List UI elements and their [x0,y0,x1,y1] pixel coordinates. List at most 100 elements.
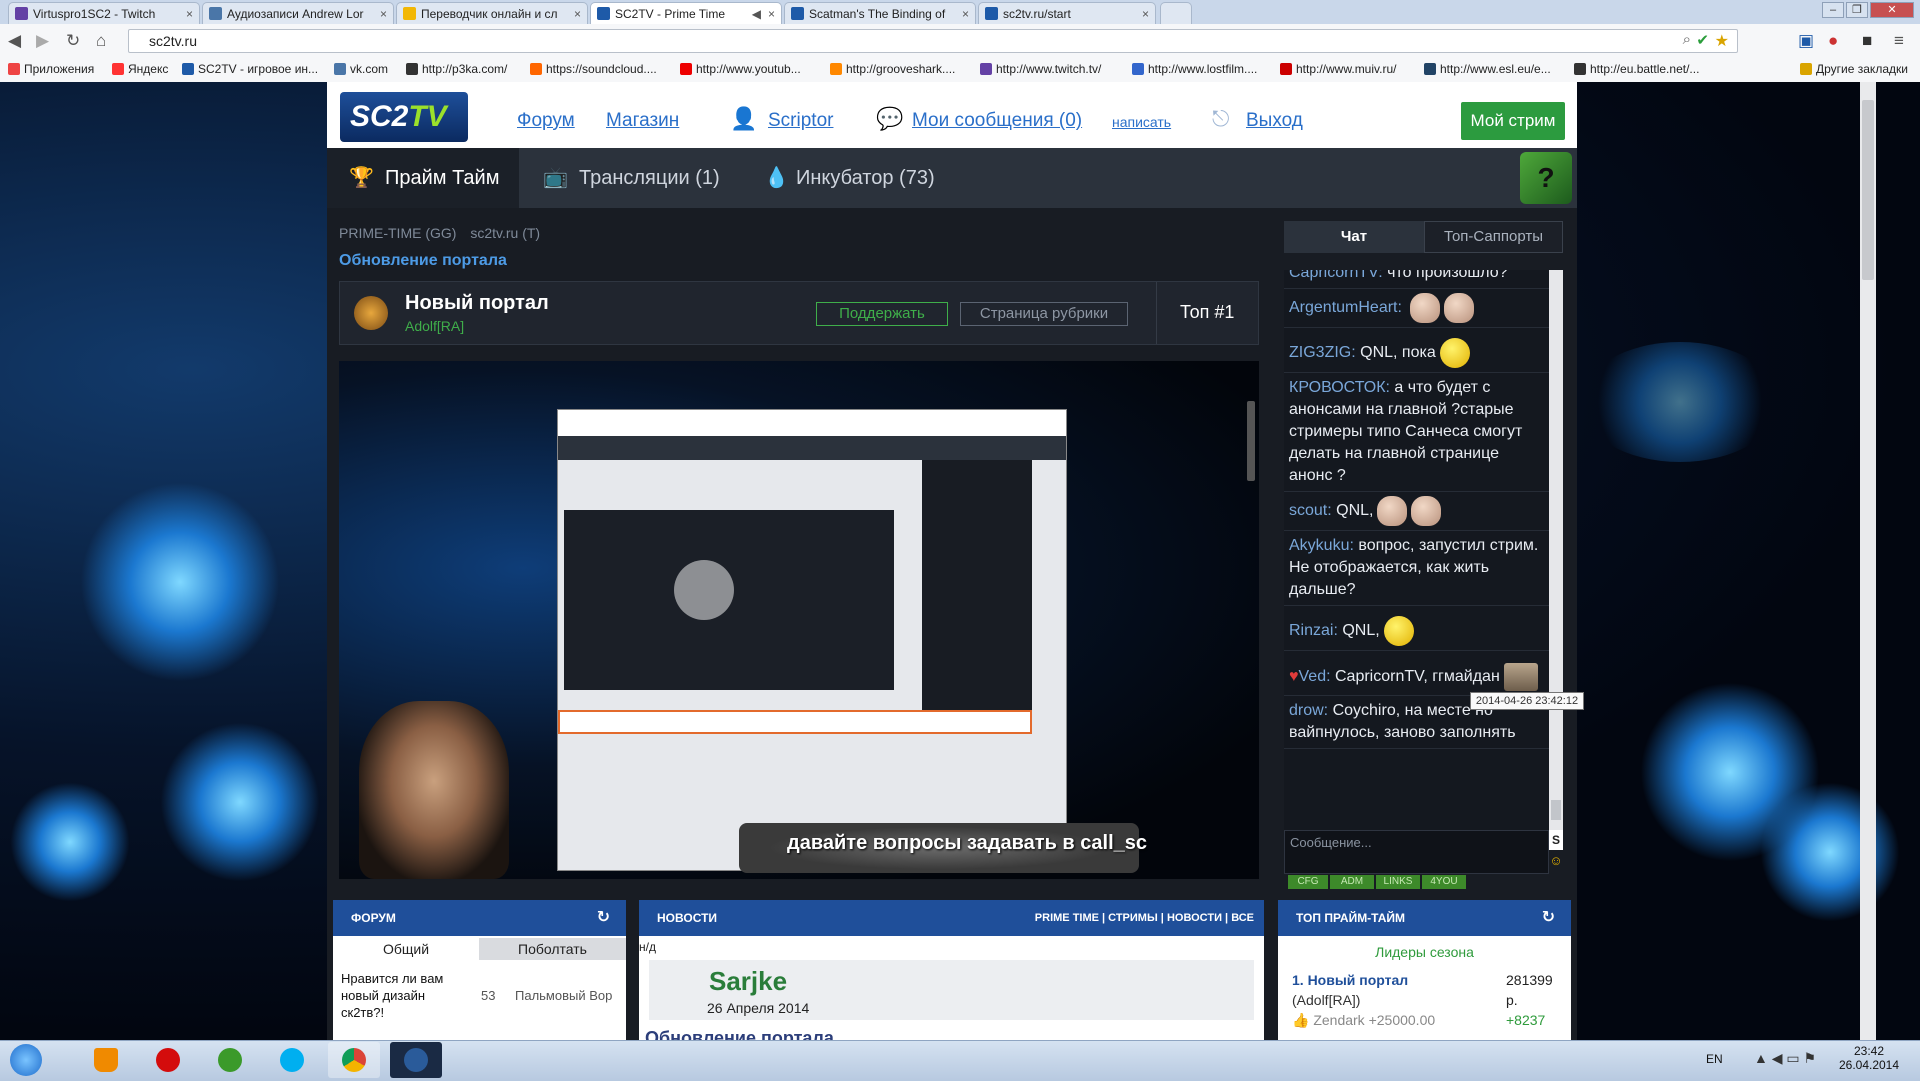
clock[interactable]: 23:42 26.04.2014 [1834,1044,1904,1072]
back-icon[interactable]: ◀ [8,31,21,51]
write-message-link[interactable]: написать [1112,114,1171,130]
close-window-button[interactable]: ✕ [1870,2,1914,18]
forum-link[interactable]: Форум [517,110,575,132]
utorrent-taskbar-button[interactable] [204,1042,256,1078]
tab-chat[interactable]: Чат [1284,221,1424,253]
close-icon[interactable]: × [962,3,969,24]
bookmark[interactable]: SC2TV - игровое ин... [182,62,318,76]
browser-tab[interactable]: Аудиозаписи Andrew Lor × [202,2,394,24]
bookmark[interactable]: http://www.lostfilm.... [1132,62,1257,76]
bookmark[interactable]: http://www.muiv.ru/ [1280,62,1396,76]
refresh-icon[interactable]: ↻ [1542,900,1555,936]
browser-tab[interactable]: Virtuspro1SC2 - Twitch × [8,2,200,24]
section-title[interactable]: Обновление портала [339,252,507,270]
smile-picker-icon[interactable]: ☺ [1549,851,1563,871]
tab-broadcasts[interactable]: 📺 Трансляции (1) [535,148,735,208]
bookmark[interactable]: http://p3ka.com/ [406,62,507,76]
maximize-button[interactable]: ❐ [1846,2,1868,18]
minimize-button[interactable]: – [1822,2,1844,18]
star-icon[interactable]: ★ [1715,31,1729,51]
forward-icon[interactable]: ▶ [36,31,49,51]
tab-talk[interactable]: Поболтать [479,938,626,960]
address-bar[interactable]: sc2tv.ru ★ ✔ ⌕ [128,29,1738,53]
cast-icon[interactable]: ▣ [1798,31,1814,51]
bookmarks-folder[interactable]: Другие закладки [1800,62,1908,76]
tab-top-supporters[interactable]: Топ-Саппорты [1424,221,1563,253]
bookmark[interactable]: Яндекс [112,62,168,76]
close-icon[interactable]: × [1142,3,1149,24]
language-indicator[interactable]: EN [1706,1052,1723,1066]
browser-tab[interactable]: Scatman's The Binding of × [784,2,976,24]
top-item-author[interactable]: (Adolf[RA]) [1292,992,1360,1008]
breadcrumb-item[interactable]: sc2tv.ru (T) [470,225,540,241]
extension-icon[interactable]: ● [1828,31,1838,51]
shop-link[interactable]: Магазин [606,110,679,132]
4you-button[interactable]: 4YOU [1422,875,1466,889]
cfg-button[interactable]: CFG [1288,875,1328,889]
user-icon: 👤 [730,106,758,131]
video-player[interactable]: давайте вопросы задавать в call_sc [339,361,1259,879]
filter-link[interactable]: СТРИМЫ [1108,912,1158,924]
home-icon[interactable]: ⌂ [96,31,106,51]
tray-icons[interactable]: ▲ ◀ ▭ ⚑ [1754,1050,1816,1067]
browser-tab-active[interactable]: SC2TV - Prime Time ◀ × [590,2,782,24]
topic-author[interactable]: Пальмовый Вор [515,988,612,1003]
zoom-icon[interactable]: ⌕ [1683,31,1691,48]
breadcrumb-item[interactable]: PRIME-TIME (GG) [339,225,456,241]
sc2-taskbar-button[interactable] [390,1042,442,1078]
chat-input[interactable]: Сообщение... [1284,830,1549,874]
close-icon[interactable]: × [380,3,387,24]
close-icon[interactable]: × [574,3,581,24]
video-scrollbar[interactable] [1247,401,1255,481]
top-item-title[interactable]: 1. Новый портал [1292,972,1408,988]
scrollbar-thumb[interactable] [1862,100,1874,280]
close-icon[interactable]: × [768,3,775,24]
support-button[interactable]: Поддержать [816,302,948,326]
bookmark[interactable]: http://www.youtub... [680,62,801,76]
skype-taskbar-button[interactable] [266,1042,318,1078]
opera-taskbar-button[interactable] [142,1042,194,1078]
my-stream-button[interactable]: Мой стрим [1461,102,1565,140]
webcam-overlay [359,701,509,879]
tab-primetime[interactable]: 🏆 Прайм Тайм [327,148,519,208]
logout-link[interactable]: Выход [1246,110,1303,132]
stream-author[interactable]: Adolf[RA] [405,318,464,334]
menu-icon[interactable]: ≡ [1894,31,1904,51]
sc2tv-logo[interactable]: SC2TV [340,92,468,142]
filter-link[interactable]: НОВОСТИ [1167,912,1222,924]
bookmark[interactable]: https://soundcloud.... [530,62,657,76]
messages-link[interactable]: Мои сообщения (0) [912,110,1082,132]
scrollbar[interactable] [1860,82,1876,1040]
links-button[interactable]: LINKS [1376,875,1420,889]
rubric-page-button[interactable]: Страница рубрики [960,302,1128,326]
tab-incubator[interactable]: 💧 Инкубатор (73) [760,148,960,208]
reload-icon[interactable]: ↻ [66,31,80,51]
adm-button[interactable]: ADM [1330,875,1374,889]
chat-scrollbar-thumb[interactable] [1551,800,1561,820]
bookmark[interactable]: http://www.twitch.tv/ [980,62,1101,76]
extension-icon[interactable]: ■ [1862,31,1872,51]
filter-link[interactable]: PRIME TIME [1035,912,1099,924]
start-button[interactable] [0,1042,52,1078]
bookmark[interactable]: http://www.esl.eu/e... [1424,62,1551,76]
browser-tab[interactable]: Переводчик онлайн и сл × [396,2,588,24]
tab-strip: Virtuspro1SC2 - Twitch × Аудиозаписи Andr… [0,0,1920,24]
news-card[interactable]: Sarjke 26 Апреля 2014 [649,960,1254,1020]
new-tab-button[interactable] [1160,2,1192,24]
profile-link[interactable]: Scriptor [768,110,833,132]
bookmark[interactable]: http://grooveshark.... [830,62,955,76]
send-button[interactable]: S [1549,830,1563,850]
filter-link[interactable]: ВСЕ [1231,912,1254,924]
forum-topic-link[interactable]: Нравится ли вам новый дизайн ск2тв?! [341,970,461,1021]
close-icon[interactable]: × [186,3,193,24]
vlc-taskbar-button[interactable] [80,1042,132,1078]
chat-scrollbar[interactable] [1549,270,1563,830]
bookmark[interactable]: vk.com [334,62,388,76]
bookmark[interactable]: Приложения [8,62,94,76]
browser-tab[interactable]: sc2tv.ru/start × [978,2,1156,24]
dice-icon[interactable]: ? [1520,152,1572,204]
chrome-taskbar-button[interactable] [328,1042,380,1078]
refresh-icon[interactable]: ↻ [597,900,610,936]
tab-general[interactable]: Общий [333,938,479,960]
bookmark[interactable]: http://eu.battle.net/... [1574,62,1699,76]
